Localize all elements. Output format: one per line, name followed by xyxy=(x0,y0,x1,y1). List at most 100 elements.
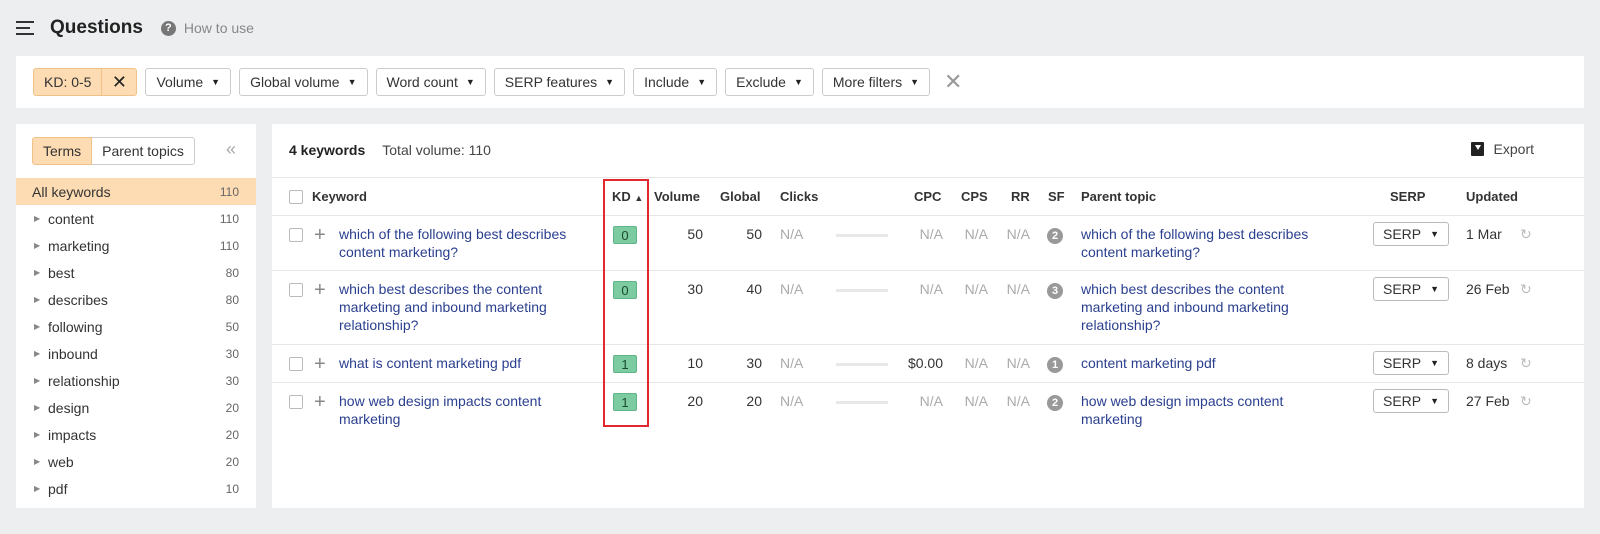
parent-topic-link[interactable]: which best describes the content marketin… xyxy=(1081,280,1331,334)
divider xyxy=(272,382,1584,383)
sf-badge[interactable]: 1 xyxy=(1047,357,1063,373)
expand-arrow-icon[interactable]: ▶ xyxy=(34,349,48,358)
total-volume: Total volume: 110 xyxy=(382,142,491,158)
updated-value: 8 days xyxy=(1466,355,1508,371)
cpc-value: N/A xyxy=(919,226,943,242)
expand-arrow-icon[interactable]: ▶ xyxy=(34,430,48,439)
sidebar-tabs: Terms Parent topics xyxy=(32,137,195,165)
add-icon[interactable]: + xyxy=(314,392,326,412)
kd-filter-chip[interactable]: KD: 0-5 ✕ xyxy=(33,68,138,96)
menu-icon[interactable] xyxy=(16,21,34,35)
keywords-panel: 4 keywords Total volume: 110 Export Keyw… xyxy=(272,124,1584,508)
serp-dropdown[interactable]: SERP ▼ xyxy=(1373,277,1450,301)
help-icon[interactable]: ? xyxy=(160,20,176,36)
close-icon[interactable]: ✕ xyxy=(102,69,136,95)
sidebar-item-design[interactable]: ▶ design 20 xyxy=(16,394,256,421)
col-clicks[interactable]: Clicks xyxy=(780,189,818,204)
keyword-link[interactable]: how web design impacts content marketing xyxy=(339,392,584,428)
rr-value: N/A xyxy=(1006,281,1030,297)
word-count-filter-button[interactable]: Word count ▼ xyxy=(375,68,486,96)
select-all-checkbox[interactable] xyxy=(289,190,303,204)
collapse-icon[interactable]: « xyxy=(226,139,236,160)
cps-value: N/A xyxy=(964,281,988,297)
col-sf[interactable]: SF xyxy=(1048,189,1065,204)
expand-arrow-icon[interactable]: ▶ xyxy=(34,484,48,493)
cpc-value: $0.00 xyxy=(907,355,943,371)
sidebar-item-marketing[interactable]: ▶ marketing 110 xyxy=(16,232,256,259)
kd-filter-label[interactable]: KD: 0-5 xyxy=(34,69,103,95)
divider xyxy=(272,270,1584,271)
expand-arrow-icon[interactable]: ▶ xyxy=(34,241,48,250)
terms-sidebar: Terms Parent topics « All keywords 110 ▶ c… xyxy=(16,124,256,508)
col-volume[interactable]: Volume xyxy=(654,189,700,204)
row-checkbox[interactable] xyxy=(289,283,303,297)
sidebar-item-content[interactable]: ▶ content 110 xyxy=(16,205,256,232)
sidebar-item-best[interactable]: ▶ best 80 xyxy=(16,259,256,286)
sidebar-item-inbound[interactable]: ▶ inbound 30 xyxy=(16,340,256,367)
serp-dropdown[interactable]: SERP ▼ xyxy=(1373,222,1450,246)
global-volume-filter-button[interactable]: Global volume ▼ xyxy=(239,68,368,96)
expand-arrow-icon[interactable]: ▶ xyxy=(34,457,48,466)
parent-topic-link[interactable]: content marketing pdf xyxy=(1081,354,1331,372)
col-parent-topic[interactable]: Parent topic xyxy=(1081,189,1156,204)
exclude-filter-button[interactable]: Exclude ▼ xyxy=(725,68,814,96)
sidebar-item-describes[interactable]: ▶ describes 80 xyxy=(16,286,256,313)
keyword-link[interactable]: which of the following best describes con… xyxy=(339,225,584,261)
expand-arrow-icon[interactable]: ▶ xyxy=(34,268,48,277)
sf-badge[interactable]: 2 xyxy=(1047,395,1063,411)
keyword-link[interactable]: what is content marketing pdf xyxy=(339,354,584,372)
refresh-icon[interactable]: ↻ xyxy=(1520,226,1532,243)
col-keyword[interactable]: Keyword xyxy=(312,189,367,204)
expand-arrow-icon[interactable]: ▶ xyxy=(34,376,48,385)
clicks-value: N/A xyxy=(780,226,804,242)
global-value: 30 xyxy=(746,355,762,371)
how-to-use-link[interactable]: How to use xyxy=(184,20,254,36)
keyword-link[interactable]: which best describes the content marketin… xyxy=(339,280,584,334)
col-rr[interactable]: RR xyxy=(1011,189,1030,204)
col-global[interactable]: Global xyxy=(720,189,760,204)
refresh-icon[interactable]: ↻ xyxy=(1520,393,1532,410)
export-button[interactable]: Export xyxy=(1470,141,1534,157)
add-icon[interactable]: + xyxy=(314,354,326,374)
volume-filter-button[interactable]: Volume ▼ xyxy=(145,68,232,96)
expand-arrow-icon[interactable]: ▶ xyxy=(34,403,48,412)
updated-value: 1 Mar xyxy=(1466,226,1502,242)
serp-dropdown[interactable]: SERP ▼ xyxy=(1373,389,1450,413)
clear-filters-icon[interactable]: ✕ xyxy=(944,69,962,95)
row-checkbox[interactable] xyxy=(289,357,303,371)
refresh-icon[interactable]: ↻ xyxy=(1520,281,1532,298)
include-filter-button[interactable]: Include ▼ xyxy=(633,68,718,96)
sidebar-item-relationship[interactable]: ▶ relationship 30 xyxy=(16,367,256,394)
col-serp[interactable]: SERP xyxy=(1390,189,1425,204)
divider xyxy=(272,344,1584,345)
col-cpc[interactable]: CPC xyxy=(914,189,941,204)
expand-arrow-icon[interactable]: ▶ xyxy=(34,214,48,223)
serp-features-filter-button[interactable]: SERP features ▼ xyxy=(493,68,626,96)
expand-arrow-icon[interactable]: ▶ xyxy=(34,295,48,304)
sidebar-item-pdf[interactable]: ▶ pdf 10 xyxy=(16,475,256,502)
serp-dropdown[interactable]: SERP ▼ xyxy=(1373,351,1450,375)
tab-parent-topics[interactable]: Parent topics xyxy=(92,137,195,165)
parent-topic-link[interactable]: how web design impacts content marketing xyxy=(1081,392,1331,428)
parent-topic-link[interactable]: which of the following best describes con… xyxy=(1081,225,1331,261)
col-updated[interactable]: Updated xyxy=(1466,189,1518,204)
expand-arrow-icon[interactable]: ▶ xyxy=(34,322,48,331)
caret-down-icon: ▼ xyxy=(697,77,707,87)
add-icon[interactable]: + xyxy=(314,280,326,300)
divider xyxy=(272,177,1584,178)
sidebar-item-web[interactable]: ▶ web 20 xyxy=(16,448,256,475)
sidebar-item-all-keywords[interactable]: All keywords 110 xyxy=(16,178,256,205)
cps-value: N/A xyxy=(964,355,988,371)
sf-badge[interactable]: 3 xyxy=(1047,283,1063,299)
row-checkbox[interactable] xyxy=(289,228,303,242)
tab-terms[interactable]: Terms xyxy=(32,137,93,165)
row-checkbox[interactable] xyxy=(289,395,303,409)
col-cps[interactable]: CPS xyxy=(961,189,988,204)
sidebar-item-following[interactable]: ▶ following 50 xyxy=(16,313,256,340)
more-filters-button[interactable]: More filters ▼ xyxy=(821,68,931,96)
sf-badge[interactable]: 2 xyxy=(1047,228,1063,244)
sidebar-item-impacts[interactable]: ▶ impacts 20 xyxy=(16,421,256,448)
refresh-icon[interactable]: ↻ xyxy=(1520,355,1532,372)
add-icon[interactable]: + xyxy=(314,225,326,245)
caret-down-icon: ▼ xyxy=(1430,229,1440,239)
